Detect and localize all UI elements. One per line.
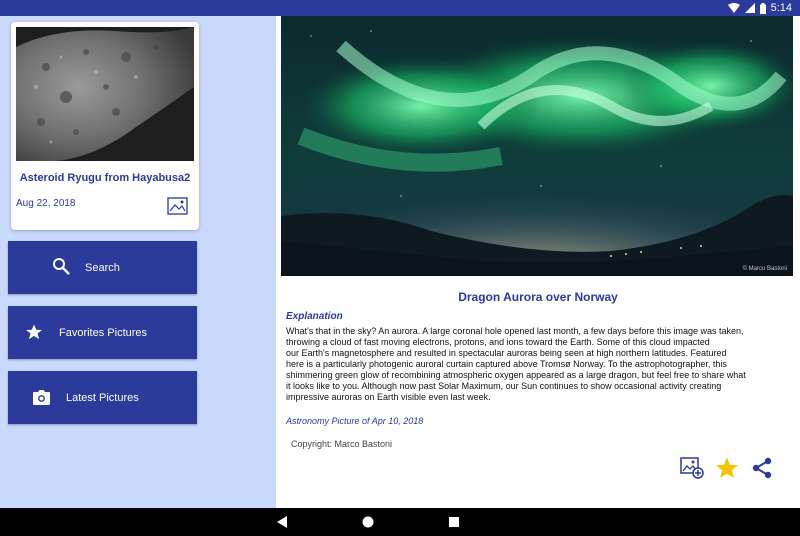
home-icon[interactable] xyxy=(361,515,375,529)
battery-icon xyxy=(759,2,766,14)
picture-title: Dragon Aurora over Norway xyxy=(458,290,618,304)
featured-picture-card[interactable]: Asteroid Ryugu from Hayabusa2 Aug 22, 20… xyxy=(11,22,199,230)
copyright-text: Copyright: Marco Bastoni xyxy=(291,439,393,449)
picture-detail: © Marco Bastoni Dragon Aurora over Norwa… xyxy=(276,16,800,508)
explanation-text: What's that in the sky? An aurora. A lar… xyxy=(286,326,746,402)
favorites-pictures-button[interactable]: Favorites Pictures xyxy=(8,306,197,359)
status-time: 5:14 xyxy=(770,2,792,14)
set-wallpaper-button[interactable] xyxy=(679,455,705,481)
back-icon[interactable] xyxy=(275,515,289,529)
card-title: Asteroid Ryugu from Hayabusa2 xyxy=(19,172,191,184)
favorites-button-label: Favorites Pictures xyxy=(59,326,148,339)
aurora-image[interactable]: © Marco Bastoni xyxy=(281,16,793,276)
latest-button-label: Latest Pictures xyxy=(66,391,139,404)
share-icon xyxy=(752,457,772,479)
recents-icon[interactable] xyxy=(447,515,461,529)
favorite-star-icon xyxy=(716,457,738,478)
camera-icon xyxy=(33,390,50,405)
image-credit: © Marco Bastoni xyxy=(742,266,787,272)
status-icons: 5:14 xyxy=(727,0,792,16)
wifi-icon xyxy=(727,3,740,13)
status-bar: 5:14 xyxy=(0,0,800,16)
sidebar: Asteroid Ryugu from Hayabusa2 Aug 22, 20… xyxy=(0,16,276,508)
share-button[interactable] xyxy=(749,455,775,481)
image-icon[interactable] xyxy=(167,197,188,215)
apod-date: Astronomy Picture of Apr 10, 2018 xyxy=(286,416,424,426)
explanation-heading: Explanation xyxy=(286,311,343,322)
latest-pictures-button[interactable]: Latest Pictures xyxy=(8,371,197,424)
favorite-button[interactable] xyxy=(714,455,740,481)
card-date: Aug 22, 2018 xyxy=(16,198,76,209)
set-wallpaper-icon xyxy=(680,457,704,479)
asteroid-thumbnail[interactable] xyxy=(16,27,194,161)
star-icon xyxy=(26,324,42,340)
search-button[interactable]: Search xyxy=(8,241,197,294)
search-icon xyxy=(53,258,70,275)
search-button-label: Search xyxy=(85,261,120,274)
cellular-signal-icon xyxy=(744,3,755,13)
system-navigation-bar xyxy=(0,508,800,536)
